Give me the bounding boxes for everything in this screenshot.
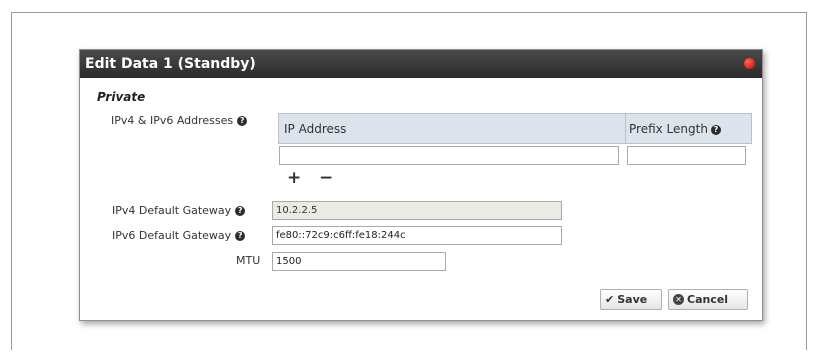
column-ip-address: IP Address [279,114,626,143]
ip-address-input[interactable] [279,146,619,165]
plus-icon[interactable]: + [287,170,301,187]
column-prefix-length: Prefix Length? [626,114,751,143]
edit-dialog: Edit Data 1 (Standby) Private IPv4 & IPv… [79,49,763,321]
mtu-input[interactable] [272,252,446,271]
cancel-button-label: Cancel [687,293,729,306]
ipv4-gateway-input [272,201,562,220]
ipv6-gateway-input[interactable] [272,226,562,245]
column-ip-address-label: IP Address [284,122,347,136]
mtu-label-row: MTU [236,254,260,267]
dialog-title: Edit Data 1 (Standby) [85,56,256,72]
addresses-label: IPv4 & IPv6 Addresses [111,114,234,127]
section-title: Private [97,90,146,104]
save-button-label: Save [617,293,648,306]
question-circle-icon[interactable]: ? [235,206,246,216]
cancel-button[interactable]: ✕ Cancel [668,289,748,310]
cancel-icon: ✕ [673,293,684,305]
ip-address-table-header: IP Address Prefix Length? [278,113,752,144]
check-icon: ✔ [605,293,615,306]
ipv4-gateway-label-row: IPv4 Default Gateway? [112,204,246,217]
close-icon[interactable] [744,58,755,69]
prefix-length-text: Prefix Length [629,122,708,136]
question-circle-icon[interactable]: ? [710,124,721,135]
prefix-length-input[interactable] [627,146,746,165]
question-circle-icon[interactable]: ? [237,116,248,126]
save-button[interactable]: ✔ Save [600,289,662,310]
minus-icon[interactable]: − [319,170,333,187]
addresses-label-row: IPv4 & IPv6 Addresses? [111,114,248,127]
ipv4-gateway-label: IPv4 Default Gateway [112,204,232,217]
ipv6-gateway-label-row: IPv6 Default Gateway? [112,229,246,242]
column-prefix-length-label: Prefix Length? [629,122,721,136]
mtu-label: MTU [236,254,261,267]
ipv6-gateway-label: IPv6 Default Gateway [112,229,232,242]
question-circle-icon[interactable]: ? [235,231,246,241]
dialog-header: Edit Data 1 (Standby) [80,50,762,78]
